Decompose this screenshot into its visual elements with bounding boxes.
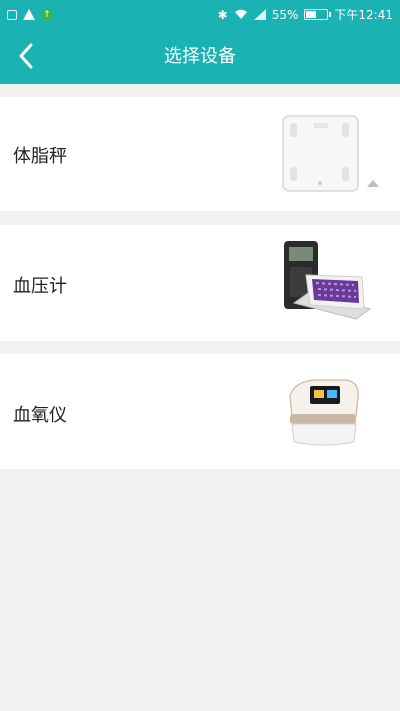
page-title: 选择设备 [164,46,236,67]
warning-icon [23,9,35,20]
device-label: 血压计 [13,276,67,297]
blood-pressure-monitor-image [284,241,372,320]
device-item-blood-pressure-monitor[interactable]: 血压计 [0,225,400,341]
status-bar-left: ↑ [7,8,53,21]
battery-fill [306,11,317,18]
device-item-pulse-oximeter[interactable]: 血氧仪 [0,354,400,469]
battery-percent: 55% [271,7,299,22]
device-label: 血氧仪 [13,405,67,426]
signal-icon [253,9,266,20]
body-fat-scale-image [282,115,379,192]
status-bar: ↑ ✱ 55% 下午12:41 [0,0,400,29]
battery-icon [304,9,332,20]
status-bar-right: ✱ 55% 下午12:41 [218,6,393,23]
notification-icon [7,9,17,20]
bluetooth-icon: ✱ [217,7,228,22]
upload-icon: ↑ [41,8,53,21]
device-label: 体脂秤 [13,146,67,167]
device-item-body-fat-scale[interactable]: 体脂秤 [0,97,400,211]
pulse-oximeter-image [289,379,359,446]
wifi-icon [234,9,247,19]
status-time: 下午12:41 [334,8,393,22]
app-bar: 选择设备 [0,29,400,84]
